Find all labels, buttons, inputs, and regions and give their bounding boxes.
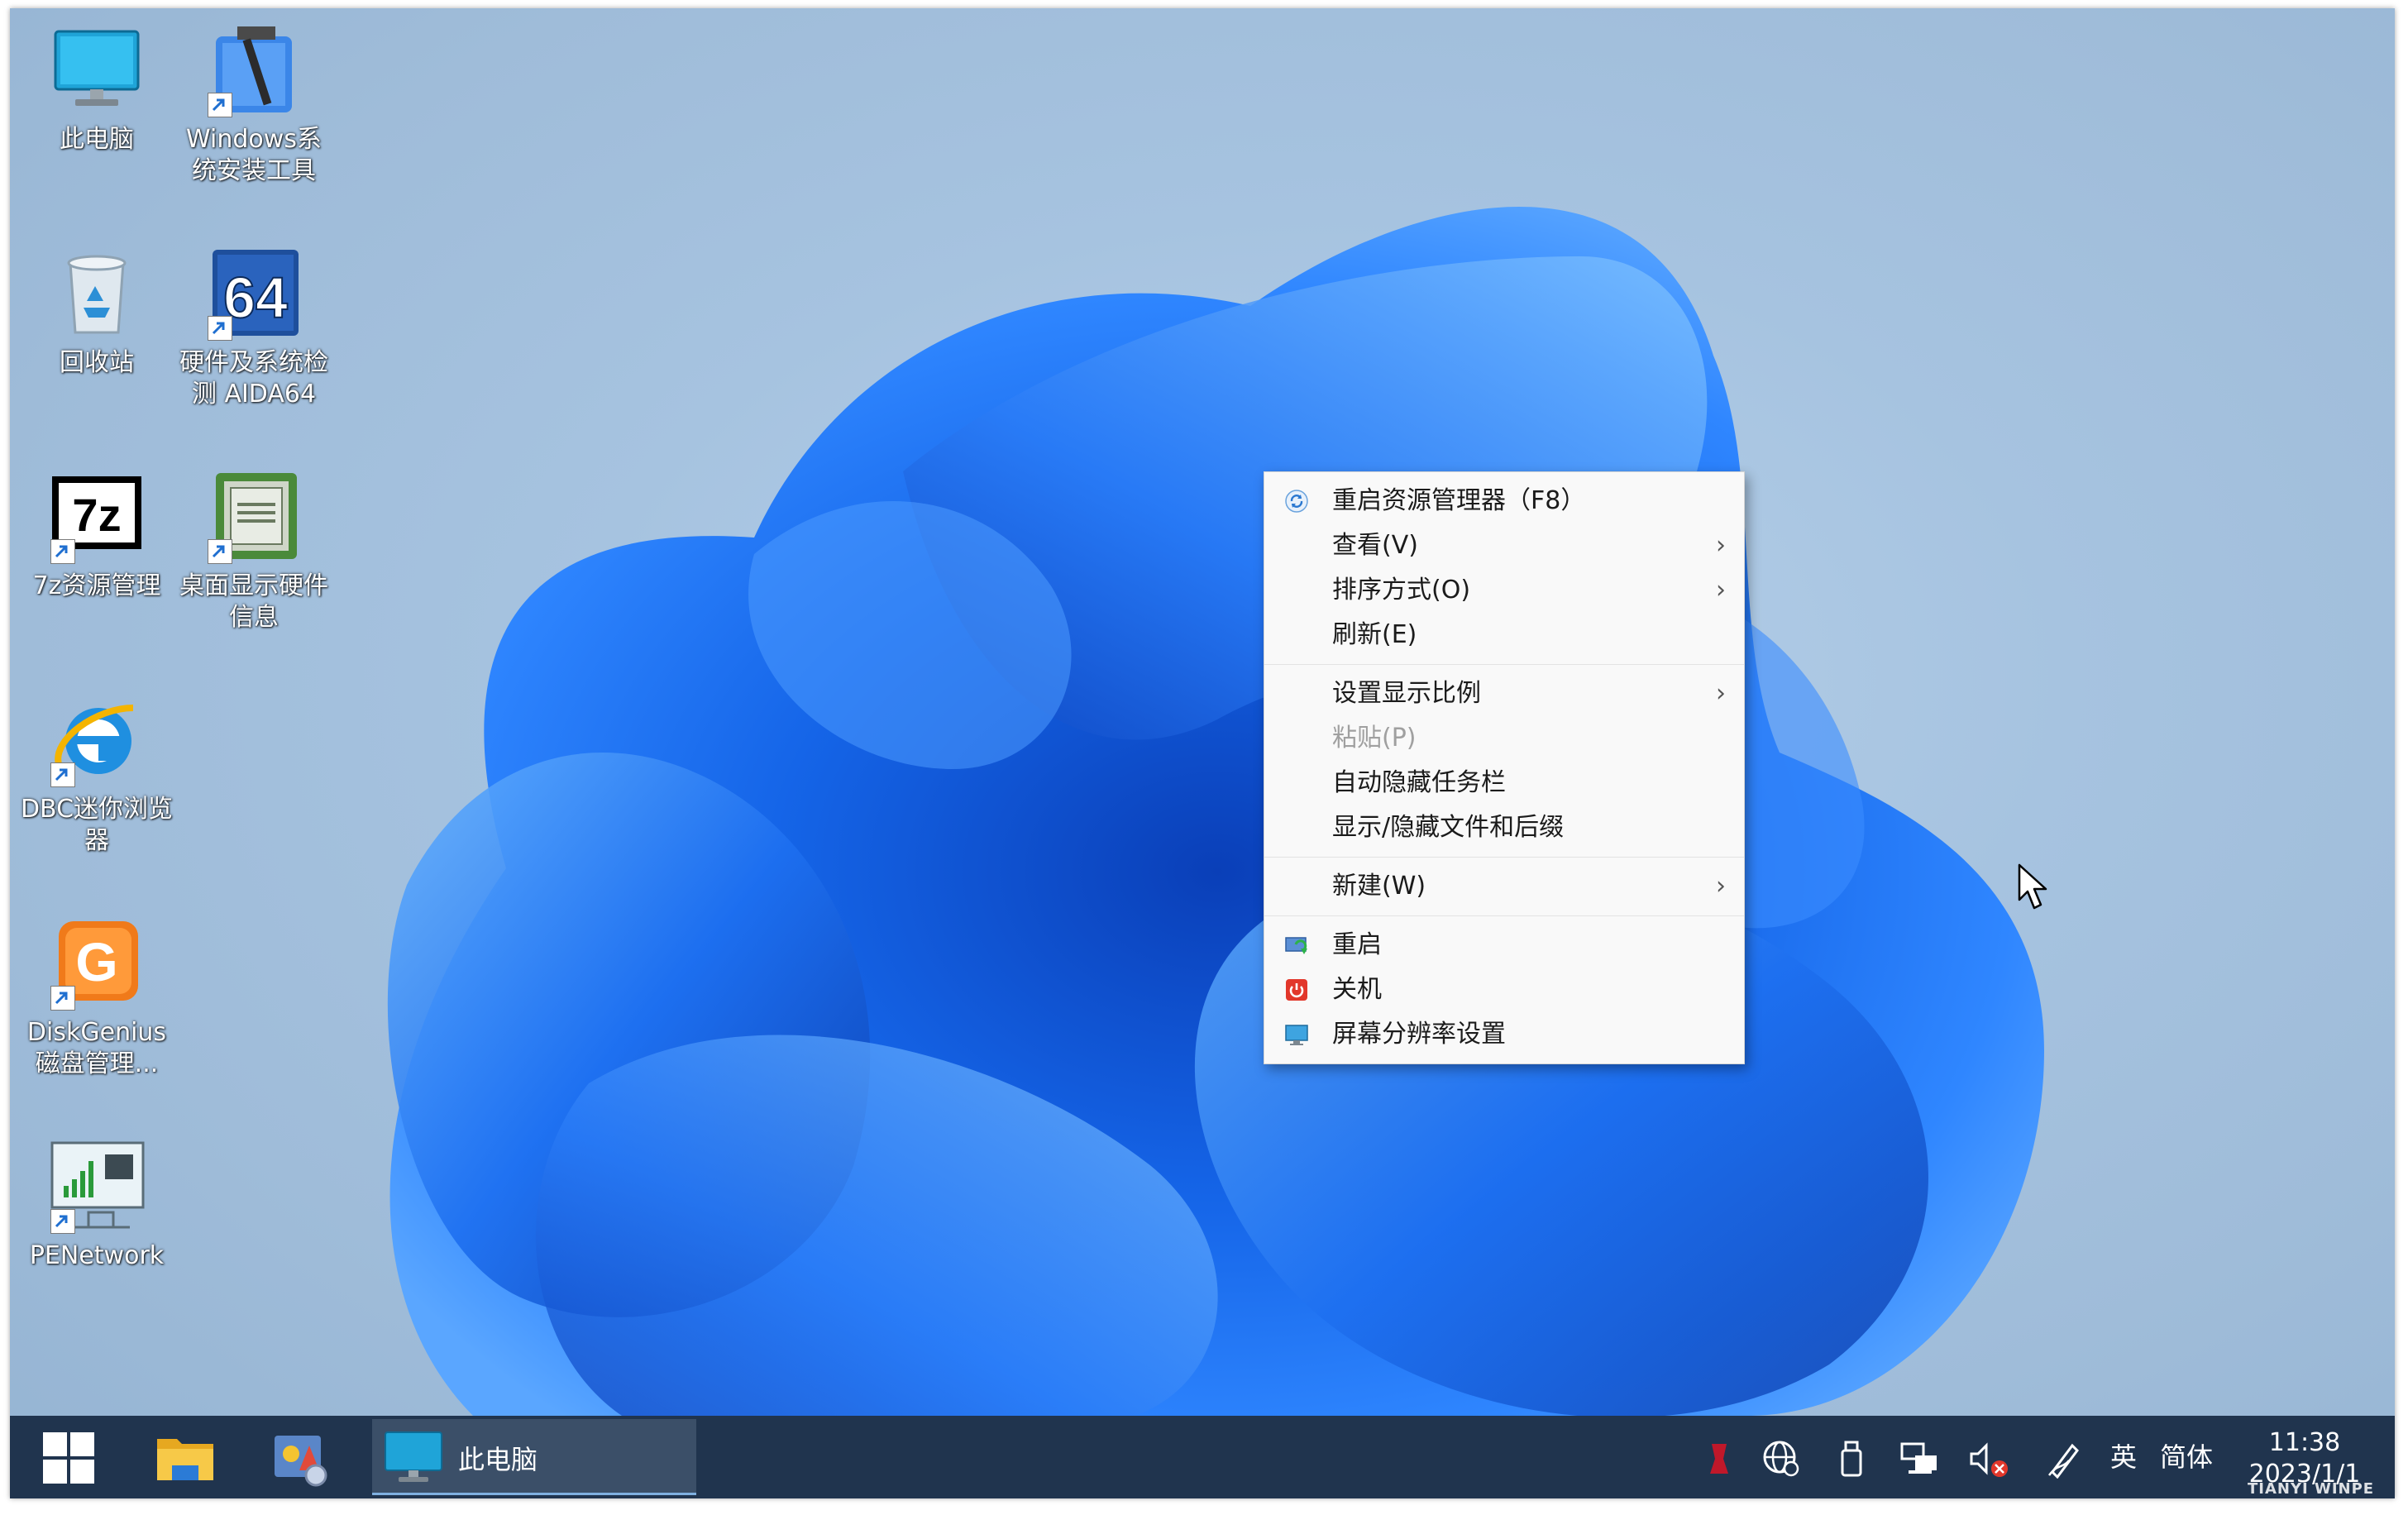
- desktop-icon-label: 硬件及系统检测 AIDA64: [179, 348, 328, 409]
- svg-text:7z: 7z: [72, 489, 121, 541]
- tools-icon: [275, 1436, 327, 1487]
- menu-item-label: 查看(V): [1332, 531, 1418, 560]
- menu-item-restart-explorer[interactable]: 重启资源管理器（F8）: [1264, 479, 1744, 523]
- menu-item-autohide-taskbar[interactable]: 自动隐藏任务栏: [1264, 761, 1744, 805]
- desktop-screen: 此电脑 回收站 7z 7z资源管理 DBC迷你浏览器 G DiskGenius磁…: [10, 8, 2395, 1498]
- desktop-icon-label: 此电脑: [60, 125, 134, 154]
- desktop-icon-label: PENetwork: [29, 1241, 165, 1270]
- menu-item-paste: 粘贴(P): [1264, 716, 1744, 761]
- desktop-icon-this-pc[interactable]: 此电脑: [18, 20, 175, 155]
- menu-item-label: 刷新(E): [1332, 620, 1417, 649]
- pen-input-icon[interactable]: [2046, 1439, 2082, 1479]
- menu-item-resolution-settings[interactable]: 屏幕分辨率设置: [1264, 1012, 1744, 1057]
- restart-icon: [1285, 937, 1307, 954]
- shortcut-arrow-icon: [208, 316, 232, 341]
- menu-item-label: 屏幕分辨率设置: [1332, 1020, 1506, 1049]
- menu-separator: [1264, 857, 1744, 858]
- network-connections-icon[interactable]: [1900, 1441, 1940, 1477]
- menu-item-view[interactable]: 查看(V) ›: [1264, 523, 1744, 568]
- windows-logo-icon: [43, 1432, 94, 1484]
- menu-item-display-scale[interactable]: 设置显示比例 ›: [1264, 671, 1744, 716]
- menu-item-label: 自动隐藏任务栏: [1332, 768, 1506, 797]
- desktop-icon-windows-installer[interactable]: Windows系统安装工具: [175, 20, 332, 187]
- shortcut-arrow-icon: [208, 539, 232, 564]
- menu-item-new[interactable]: 新建(W) ›: [1264, 864, 1744, 909]
- refresh-icon: [1285, 490, 1308, 513]
- desktop-icon-aida64[interactable]: 64 硬件及系统检测 AIDA64: [175, 243, 332, 410]
- watermark-text: TIANYI WINPE: [2248, 1480, 2375, 1498]
- taskbar-tools-button[interactable]: [258, 1416, 341, 1498]
- chevron-right-icon: ›: [1716, 872, 1726, 901]
- menu-item-label: 关机: [1332, 975, 1382, 1004]
- menu-item-label: 新建(W): [1332, 872, 1426, 901]
- taskbar-app-this-pc[interactable]: 此电脑: [372, 1419, 696, 1495]
- mouse-cursor-icon: [2018, 863, 2047, 910]
- shortcut-arrow-icon: [50, 539, 75, 564]
- desktop-icon-dbc-browser[interactable]: DBC迷你浏览器: [18, 690, 175, 857]
- ime-language[interactable]: 英: [2110, 1437, 2137, 1477]
- shortcut-arrow-icon: [208, 93, 232, 117]
- desktop-icon-penetwork[interactable]: PENetwork: [18, 1136, 175, 1272]
- menu-item-sort-by[interactable]: 排序方式(O) ›: [1264, 568, 1744, 613]
- volume-muted-icon[interactable]: [1968, 1441, 2009, 1479]
- menu-item-shutdown[interactable]: 关机: [1264, 968, 1744, 1012]
- desktop-icon-label: 桌面显示硬件信息: [179, 571, 328, 632]
- menu-item-label: 重启: [1332, 930, 1382, 959]
- monitor-icon: [385, 1431, 442, 1482]
- power-icon: [1286, 979, 1307, 1001]
- desktop-context-menu: 重启资源管理器（F8） 查看(V) › 排序方式(O) › 刷新(E) 设置显示…: [1264, 471, 1745, 1064]
- taskbar-file-explorer-button[interactable]: [142, 1416, 225, 1498]
- usb-drive-icon[interactable]: [1837, 1439, 1866, 1479]
- desktop-icon-label: Windows系统安装工具: [186, 125, 322, 185]
- menu-item-label: 显示/隐藏文件和后缀: [1332, 813, 1565, 842]
- folder-icon: [157, 1439, 213, 1480]
- menu-separator: [1264, 915, 1744, 916]
- chevron-right-icon: ›: [1716, 531, 1726, 560]
- watermark-logo: TIANYI WINPE: [2248, 1480, 2374, 1498]
- desktop-icon-label: DiskGenius磁盘管理...: [26, 1018, 167, 1078]
- desktop-icon-label: DBC迷你浏览器: [20, 795, 174, 855]
- recycle-bin-icon: [67, 255, 127, 334]
- shortcut-arrow-icon: [50, 986, 75, 1011]
- shortcut-arrow-icon: [50, 1209, 75, 1234]
- ime-mode[interactable]: 简体: [2160, 1437, 2213, 1477]
- wallpaper-bloom: [387, 207, 2044, 1416]
- desktop-icon-label: 回收站: [60, 348, 134, 377]
- desktop-icon-recycle-bin[interactable]: 回收站: [18, 243, 175, 379]
- globe-network-icon[interactable]: [1761, 1439, 1801, 1479]
- chevron-right-icon: ›: [1716, 576, 1726, 605]
- desktop-icon-label: 7z资源管理: [32, 571, 161, 600]
- menu-item-label: 重启资源管理器（F8）: [1332, 486, 1586, 515]
- menu-separator: [1264, 664, 1744, 665]
- chevron-right-icon: ›: [1716, 679, 1726, 708]
- desktop-icon-hardware-info[interactable]: 桌面显示硬件信息: [175, 466, 332, 633]
- monitor-icon: [1285, 1025, 1308, 1045]
- taskbar: 此电脑 英 简体 11:38 2023/1/1 TIANYI WINPE: [10, 1416, 2395, 1498]
- svg-text:64: 64: [223, 265, 288, 330]
- menu-item-label: 粘贴(P): [1332, 724, 1417, 753]
- monitor-icon: [54, 30, 140, 106]
- menu-item-label: 排序方式(O): [1332, 576, 1471, 605]
- menu-item-restart[interactable]: 重启: [1264, 923, 1744, 968]
- taskbar-app-label: 此电脑: [458, 1444, 538, 1475]
- menu-item-toggle-extensions[interactable]: 显示/隐藏文件和后缀: [1264, 805, 1744, 850]
- shortcut-arrow-icon: [50, 762, 75, 787]
- clock-time: 11:38: [2268, 1428, 2341, 1457]
- svg-text:G: G: [75, 931, 117, 992]
- start-button[interactable]: [26, 1416, 109, 1498]
- menu-item-label: 设置显示比例: [1332, 679, 1481, 708]
- desktop-icon-diskgenius[interactable]: G DiskGenius磁盘管理...: [18, 913, 175, 1080]
- menu-item-refresh[interactable]: 刷新(E): [1264, 613, 1744, 657]
- desktop-icon-7z[interactable]: 7z 7z资源管理: [18, 466, 175, 602]
- antivirus-icon[interactable]: [1707, 1441, 1732, 1477]
